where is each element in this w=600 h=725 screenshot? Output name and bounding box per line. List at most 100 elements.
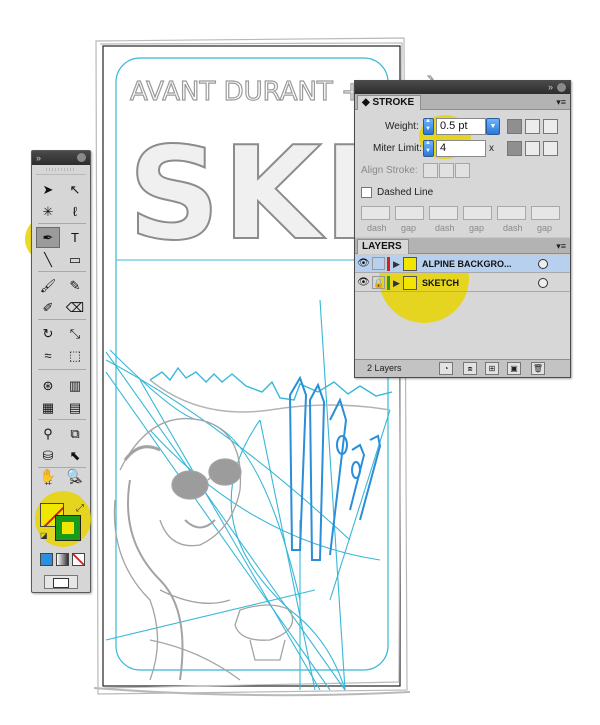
panel-grip[interactable]: [36, 165, 86, 175]
mesh-tool[interactable]: ▦: [36, 397, 60, 418]
paintbrush-tool[interactable]: 🖌: [36, 275, 60, 296]
target-circle-icon[interactable]: [538, 259, 548, 269]
warp-tool[interactable]: ≈: [36, 345, 60, 366]
tab-stroke[interactable]: ◆ STROKE: [357, 95, 422, 110]
dash-label: dash: [367, 223, 387, 233]
layer-row[interactable]: 👁 ▶ ALPINE BACKGRO...: [355, 255, 570, 273]
lasso-tool[interactable]: ℓ: [63, 201, 87, 222]
color-mode-button[interactable]: [40, 553, 53, 566]
column-graph-tool[interactable]: ▥: [63, 375, 87, 396]
weight-field[interactable]: 0.5 pt: [436, 118, 486, 135]
weight-stepper[interactable]: [423, 118, 434, 135]
lock-toggle[interactable]: [372, 257, 385, 270]
line-tool[interactable]: ╲: [36, 249, 60, 270]
selection-tool[interactable]: ➤: [36, 179, 60, 200]
type-tool[interactable]: T: [63, 227, 87, 248]
eyedropper-tool[interactable]: ⚲: [36, 423, 60, 444]
dash-label: dash: [503, 223, 523, 233]
pen-tool[interactable]: ✒: [25, 216, 71, 262]
gradient-tool[interactable]: ▤: [63, 397, 87, 418]
dashed-line-checkbox[interactable]: [361, 187, 372, 198]
layer-row[interactable]: 👁 🔒 ▶ SKETCH: [355, 274, 570, 292]
tool-divider: [38, 271, 86, 272]
expand-triangle-icon[interactable]: ▶: [393, 257, 400, 271]
color-mode-buttons: [40, 553, 85, 566]
target-circle-icon[interactable]: [538, 278, 548, 288]
panel-menu-icon[interactable]: ▾≡: [556, 240, 566, 252]
tool-divider: [38, 369, 86, 370]
visibility-eye-icon[interactable]: 👁: [357, 276, 370, 289]
dash-field[interactable]: [361, 206, 390, 220]
tool-divider: [38, 419, 86, 420]
magic-wand-tool[interactable]: ✳: [36, 201, 60, 222]
zoom-tool[interactable]: 🔍: [63, 465, 87, 486]
miter-limit-field[interactable]: 4: [436, 140, 486, 157]
dashed-line-label: Dashed Line: [377, 187, 434, 198]
gap-label: gap: [469, 223, 485, 233]
rectangle-tool[interactable]: ▭: [63, 249, 87, 270]
tab-layers[interactable]: LAYERS: [357, 239, 409, 254]
round-cap-button[interactable]: [525, 119, 540, 134]
butt-cap-button[interactable]: [507, 119, 522, 134]
tools-panel-titlebar[interactable]: »: [32, 151, 90, 165]
delete-layer-button[interactable]: 🗑: [531, 362, 545, 375]
tool-divider: [38, 467, 86, 468]
free-transform-tool[interactable]: ⬚: [63, 345, 87, 366]
bevel-join-button[interactable]: [543, 141, 558, 156]
round-join-button[interactable]: [525, 141, 540, 156]
close-icon[interactable]: [557, 83, 566, 92]
layers-panel: LAYERS ▾≡ 👁 ▶ ALPINE BACKGRO... 👁 🔒 ▶ SKETCH 2…: [355, 238, 570, 377]
close-icon[interactable]: [77, 153, 86, 162]
miter-limit-stepper[interactable]: [423, 140, 434, 157]
gap-field[interactable]: [463, 206, 492, 220]
dash-field[interactable]: [497, 206, 526, 220]
expand-triangle-icon[interactable]: ▶: [393, 276, 400, 290]
fill-stroke-control: ⤢ ◪: [35, 491, 91, 547]
make-clipping-mask-button[interactable]: ⧈: [463, 362, 477, 375]
direct-selection-tool[interactable]: ↖: [63, 179, 87, 200]
new-layer-button[interactable]: ▣: [507, 362, 521, 375]
gradient-mode-button[interactable]: [56, 553, 69, 566]
align-stroke-label: Align Stroke:: [361, 165, 418, 176]
swap-fill-stroke-icon[interactable]: ⤢: [76, 503, 84, 514]
scale-tool[interactable]: ⤡: [63, 323, 87, 344]
blob-brush-tool[interactable]: ✐: [36, 297, 60, 318]
miter-limit-label: Miter Limit:: [373, 143, 422, 154]
new-sublayer-button[interactable]: ⊞: [485, 362, 499, 375]
panel-dock-titlebar[interactable]: »: [355, 81, 570, 94]
pencil-tool[interactable]: ✎: [63, 275, 87, 296]
align-outside-button[interactable]: [455, 163, 470, 178]
rotate-tool[interactable]: ↻: [36, 323, 60, 344]
dash-label: dash: [435, 223, 455, 233]
dash-field[interactable]: [429, 206, 458, 220]
eraser-tool[interactable]: ⌫: [63, 297, 87, 318]
none-mode-button[interactable]: [72, 553, 85, 566]
miter-join-button[interactable]: [507, 141, 522, 156]
collapse-icon[interactable]: »: [36, 152, 41, 164]
blend-tool[interactable]: ⧉: [63, 423, 87, 444]
stroke-swatch[interactable]: [55, 515, 81, 541]
projecting-cap-button[interactable]: [543, 119, 558, 134]
gap-field[interactable]: [395, 206, 424, 220]
default-colors-icon[interactable]: ◪: [40, 531, 48, 540]
lock-icon[interactable]: 🔒: [372, 276, 385, 289]
gap-field[interactable]: [531, 206, 560, 220]
locate-object-button[interactable]: ◔: [439, 362, 453, 375]
hand-tool[interactable]: ✋: [36, 465, 60, 486]
layer-name[interactable]: ALPINE BACKGRO...: [422, 258, 527, 270]
tools-panel: » ➤ ↖ ✳ ℓ ✒ T ╲ ▭ 🖌 ✎ ✐ ⌫ ↻ ⤡ ≈ ⬚ ⊛ ▥ ▦ ▤ ⚲ ⧉ ⛁ ⬉ ⌗ ✂ ✋ 🔍 ⤢ ◪: [25, 150, 91, 593]
screen-mode-button[interactable]: [44, 575, 78, 589]
align-center-button[interactable]: [423, 163, 438, 178]
live-paint-selection-tool[interactable]: ⬉: [63, 445, 87, 466]
layer-thumbnail: [403, 257, 417, 271]
weight-dropdown-button[interactable]: ▼: [486, 118, 500, 135]
align-inside-button[interactable]: [439, 163, 454, 178]
collapse-icon[interactable]: »: [548, 81, 553, 94]
live-paint-bucket-tool[interactable]: ⛁: [36, 445, 60, 466]
layer-color-bar: [387, 276, 390, 290]
symbol-sprayer-tool[interactable]: ⊛: [36, 375, 60, 396]
panel-menu-icon[interactable]: ▾≡: [556, 96, 566, 108]
stroke-panel: Weight: 0.5 pt ▼ Miter Limit: 4 x Align …: [355, 110, 570, 237]
layer-name[interactable]: SKETCH: [422, 277, 527, 289]
visibility-eye-icon[interactable]: 👁: [357, 257, 370, 270]
